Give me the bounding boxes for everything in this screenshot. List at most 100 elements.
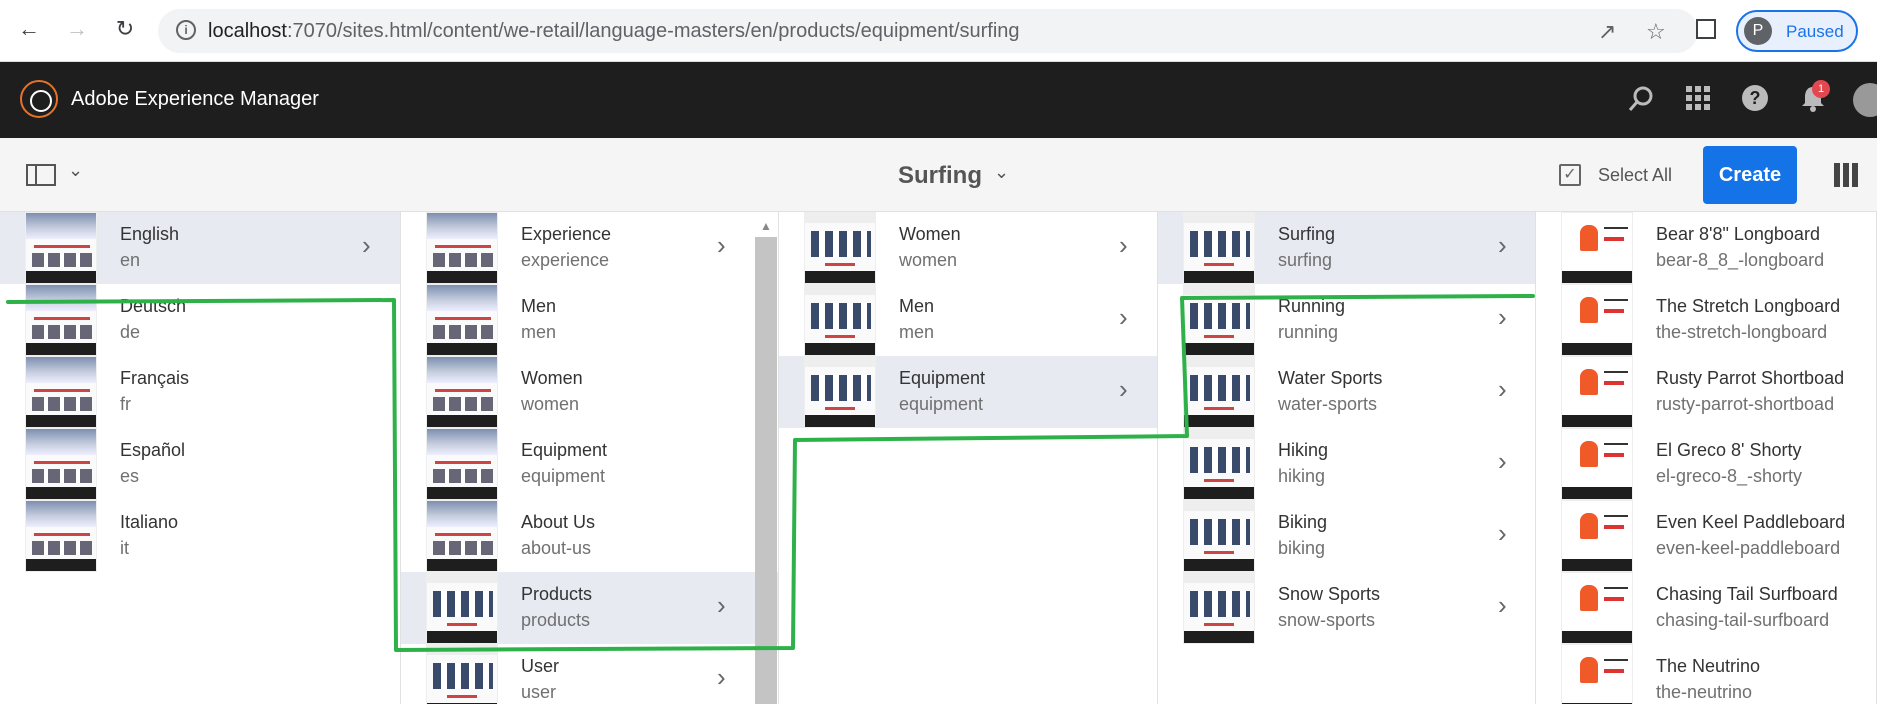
column-item[interactable]: Products products › <box>401 572 778 644</box>
column-item[interactable]: Running running › <box>1158 284 1535 356</box>
rail-toggle-icon[interactable] <box>26 164 56 186</box>
page-thumbnail[interactable] <box>25 428 97 500</box>
page-thumbnail[interactable] <box>1183 356 1255 428</box>
page-thumbnail[interactable] <box>25 356 97 428</box>
column-item[interactable]: The Stretch Longboard the-stretch-longboa… <box>1536 284 1876 356</box>
chevron-right-icon[interactable]: › <box>1498 446 1507 476</box>
column-view-icon[interactable] <box>1834 163 1860 187</box>
chevron-right-icon[interactable]: › <box>717 230 726 260</box>
column-item[interactable]: The Neutrino the-neutrino <box>1536 644 1876 704</box>
page-thumbnail[interactable] <box>804 356 876 428</box>
column-item[interactable]: Women women <box>401 356 778 428</box>
address-bar[interactable]: i localhost:7070/sites.html/content/we-r… <box>158 9 1698 53</box>
chevron-right-icon[interactable]: › <box>1119 230 1128 260</box>
browser-toolbar: ← → ↻ i localhost:7070/sites.html/conten… <box>0 0 1877 62</box>
page-thumbnail[interactable] <box>1183 212 1255 284</box>
search-icon[interactable] <box>1626 84 1658 116</box>
select-all-checkbox-icon[interactable]: ✓ <box>1559 164 1581 186</box>
site-info-icon[interactable]: i <box>176 20 196 40</box>
page-thumbnail[interactable] <box>804 212 876 284</box>
column-item[interactable]: Bear 8'8" Longboard bear-8_8_-longboard <box>1536 212 1876 284</box>
chevron-right-icon[interactable]: › <box>1119 374 1128 404</box>
page-thumbnail[interactable] <box>1183 500 1255 572</box>
app-title[interactable]: Adobe Experience Manager <box>71 88 319 111</box>
chevron-right-icon[interactable]: › <box>1498 230 1507 260</box>
column-item[interactable]: Even Keel Paddleboard even-keel-paddleboa… <box>1536 500 1876 572</box>
column-item[interactable]: El Greco 8' Shorty el-greco-8_-shorty <box>1536 428 1876 500</box>
item-name: the-neutrino <box>1656 682 1753 702</box>
bookmark-star-icon[interactable]: ☆ <box>1646 19 1666 45</box>
chevron-right-icon[interactable]: › <box>1498 302 1507 332</box>
column-item[interactable]: Hiking hiking › <box>1158 428 1535 500</box>
page-thumbnail[interactable] <box>426 212 498 284</box>
side-panel-icon[interactable] <box>1696 19 1716 39</box>
chevron-right-icon[interactable]: › <box>1498 518 1507 548</box>
column-item[interactable]: Snow Sports snow-sports › <box>1158 572 1535 644</box>
page-thumbnail[interactable] <box>1183 284 1255 356</box>
column-item[interactable]: Surfing surfing › <box>1158 212 1535 284</box>
chevron-right-icon[interactable]: › <box>1498 374 1507 404</box>
page-thumbnail[interactable] <box>426 428 498 500</box>
scroll-up-arrow-icon[interactable]: ▲ <box>760 219 772 233</box>
aem-logo-icon[interactable] <box>20 80 58 118</box>
column-item[interactable]: Equipment equipment <box>401 428 778 500</box>
page-thumbnail[interactable] <box>426 572 498 644</box>
apps-grid-icon[interactable] <box>1682 84 1714 116</box>
forward-arrow-icon[interactable]: → <box>62 14 92 44</box>
page-thumbnail[interactable] <box>1561 356 1633 428</box>
chevron-right-icon[interactable]: › <box>717 662 726 692</box>
chevron-right-icon[interactable]: › <box>717 590 726 620</box>
page-thumbnail[interactable] <box>25 500 97 572</box>
column-item[interactable]: Español es <box>0 428 400 500</box>
user-avatar[interactable] <box>1853 83 1877 117</box>
item-name: en <box>120 250 141 270</box>
page-thumbnail[interactable] <box>426 356 498 428</box>
column-item[interactable]: Biking biking › <box>1158 500 1535 572</box>
page-thumbnail[interactable] <box>804 284 876 356</box>
item-title: Water Sports <box>1278 368 1383 388</box>
page-thumbnail[interactable] <box>1561 644 1633 704</box>
back-arrow-icon[interactable]: ← <box>14 14 44 44</box>
page-thumbnail[interactable] <box>1561 284 1633 356</box>
reload-icon[interactable]: ↻ <box>110 14 140 44</box>
url-text[interactable]: localhost:7070/sites.html/content/we-ret… <box>208 20 1020 43</box>
column-item[interactable]: Men men › <box>779 284 1157 356</box>
page-thumbnail[interactable] <box>1183 428 1255 500</box>
column-item[interactable]: Français fr <box>0 356 400 428</box>
column-item[interactable]: Equipment equipment › <box>779 356 1157 428</box>
page-thumbnail[interactable] <box>1561 500 1633 572</box>
column-item[interactable]: Deutsch de <box>0 284 400 356</box>
page-thumbnail[interactable] <box>1561 212 1633 284</box>
chevron-right-icon[interactable]: › <box>362 230 371 260</box>
page-thumbnail[interactable] <box>1561 428 1633 500</box>
help-icon[interactable]: ? <box>1739 84 1771 116</box>
page-thumbnail[interactable] <box>25 284 97 356</box>
column-item[interactable]: Chasing Tail Surfboard chasing-tail-surfb… <box>1536 572 1876 644</box>
column-item[interactable]: Italiano it <box>0 500 400 572</box>
column-item[interactable]: About Us about-us <box>401 500 778 572</box>
share-icon[interactable]: ↗ <box>1598 19 1616 45</box>
chevron-right-icon[interactable]: › <box>1498 590 1507 620</box>
column-item[interactable]: Men men <box>401 284 778 356</box>
page-thumbnail[interactable] <box>25 212 97 284</box>
chevron-down-icon[interactable]: ⌄ <box>68 160 83 181</box>
column-item[interactable]: Water Sports water-sports › <box>1158 356 1535 428</box>
page-thumbnail[interactable] <box>426 500 498 572</box>
column-item[interactable]: English en › <box>0 212 400 284</box>
column-item[interactable]: Experience experience › <box>401 212 778 284</box>
item-name: running <box>1278 322 1339 342</box>
column-item[interactable]: User user › <box>401 644 778 704</box>
item-title: The Neutrino <box>1656 656 1761 676</box>
page-thumbnail[interactable] <box>1183 572 1255 644</box>
profile-button[interactable]: P Paused <box>1736 10 1858 52</box>
column-item[interactable]: Rusty Parrot Shortboad rusty-parrot-short… <box>1536 356 1876 428</box>
page-thumbnail[interactable] <box>426 644 498 704</box>
select-all-button[interactable]: Select All <box>1598 165 1672 186</box>
page-thumbnail[interactable] <box>1561 572 1633 644</box>
page-thumbnail[interactable] <box>426 284 498 356</box>
column-item[interactable]: Women women › <box>779 212 1157 284</box>
create-button[interactable]: Create <box>1703 146 1797 204</box>
chevron-right-icon[interactable]: › <box>1119 302 1128 332</box>
title-chevron-down-icon[interactable]: ⌄ <box>994 162 1009 183</box>
column-scrollbar[interactable] <box>755 237 777 704</box>
